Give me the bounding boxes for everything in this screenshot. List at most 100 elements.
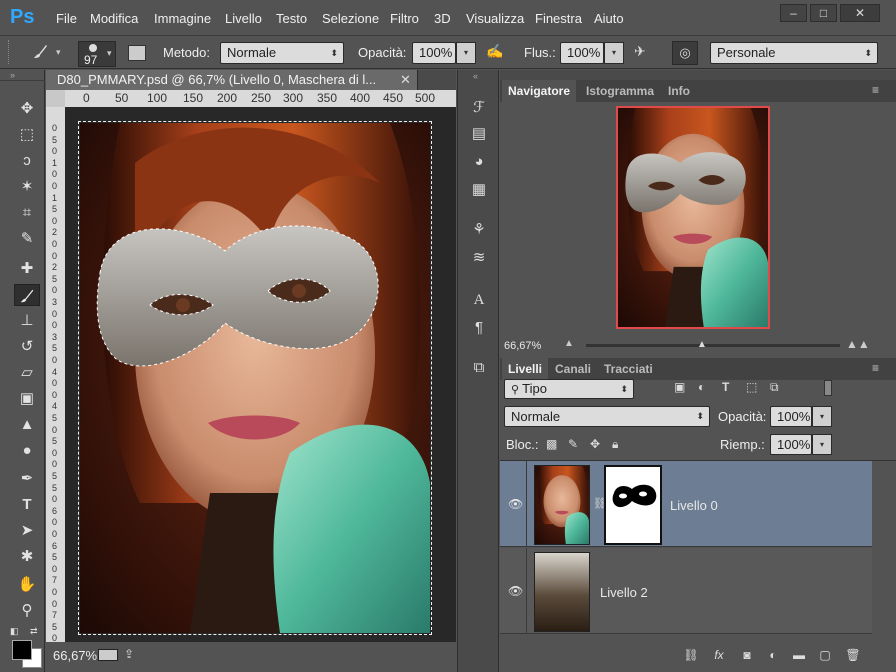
close-tab-icon[interactable]: ✕ <box>400 70 411 90</box>
dodge-tool-icon[interactable]: ● <box>14 440 40 462</box>
tab-tracciati[interactable]: Tracciati <box>598 358 659 380</box>
swatches-panel-icon[interactable]: ◕ <box>469 152 489 172</box>
hand-tool-icon[interactable]: ✋ <box>14 574 40 596</box>
close-button[interactable]: ✕ <box>840 4 880 22</box>
panel-menu-icon[interactable]: ≡ <box>872 361 879 375</box>
default-colors-icon[interactable]: ◧ <box>10 626 19 637</box>
zoom-in-icon[interactable]: ▲▲ <box>846 337 870 351</box>
layer-thumbnail[interactable] <box>534 552 590 632</box>
foreground-color-swatch[interactable] <box>12 640 32 660</box>
brush-preset-picker[interactable]: 97 ▾ <box>78 41 116 67</box>
brush-panel-toggle-icon[interactable] <box>128 45 146 61</box>
tab-info[interactable]: Info <box>662 80 696 102</box>
filter-shape-icon[interactable]: ⬚ <box>746 380 757 394</box>
menu-livello[interactable]: Livello <box>225 11 262 26</box>
add-mask-icon[interactable]: ◙ <box>738 648 756 662</box>
layer-mask-thumbnail[interactable] <box>604 465 662 545</box>
panel-menu-icon[interactable]: ≡ <box>872 83 879 97</box>
lock-transparent-icon[interactable]: ▩ <box>546 437 557 451</box>
filter-toggle[interactable] <box>824 380 832 396</box>
opacity-dropdown-button[interactable]: ▾ <box>456 42 476 64</box>
menu-3d[interactable]: 3D <box>434 11 451 26</box>
character-panel-icon[interactable]: A <box>469 290 489 310</box>
fill-dropdown[interactable]: ▾ <box>812 434 832 455</box>
expand-arrows-icon[interactable]: » <box>10 70 15 80</box>
blur-tool-icon[interactable]: ▲ <box>14 414 40 436</box>
share-icon[interactable]: ⇪ <box>124 647 134 661</box>
tab-navigatore[interactable]: Navigatore <box>502 80 577 102</box>
eraser-tool-icon[interactable]: ▱ <box>14 362 40 384</box>
filter-pixel-icon[interactable]: ▣ <box>674 380 685 394</box>
brush-tool-icon[interactable] <box>14 284 40 306</box>
brush-presets-panel-icon[interactable]: ≋ <box>469 248 489 268</box>
blend-mode-select[interactable]: Normale ⬍ <box>220 42 344 64</box>
pressure-opacity-icon[interactable]: ✍ <box>486 43 508 63</box>
layer-opacity-dropdown[interactable]: ▾ <box>812 406 832 427</box>
custom-shape-tool-icon[interactable]: ✱ <box>14 546 40 568</box>
history-brush-tool-icon[interactable]: ↺ <box>14 336 40 358</box>
pressure-size-icon[interactable]: ◎ <box>672 41 698 65</box>
tab-istogramma[interactable]: Istogramma <box>580 80 660 102</box>
navigator-preview[interactable] <box>616 106 770 329</box>
zoom-slider-thumb[interactable]: ▲ <box>697 339 707 350</box>
properties-panel-icon[interactable]: ▤ <box>469 124 489 144</box>
layer-opacity-input[interactable]: 100% <box>770 406 812 427</box>
document-info-icon[interactable] <box>98 649 118 661</box>
layer-thumbnail[interactable] <box>534 465 590 545</box>
paragraph-panel-icon[interactable]: ¶ <box>469 318 489 338</box>
zoom-status[interactable]: 66,67% <box>53 648 97 663</box>
zoom-slider-track[interactable] <box>586 344 840 347</box>
zoom-tool-icon[interactable]: ⚲ <box>14 600 40 622</box>
menu-immagine[interactable]: Immagine <box>154 11 211 26</box>
layer-row-livello-2[interactable]: 👁︎ Livello 2 <box>500 548 872 634</box>
menu-aiuto[interactable]: Aiuto <box>594 11 624 26</box>
menu-filtro[interactable]: Filtro <box>390 11 419 26</box>
fill-input[interactable]: 100% <box>770 434 812 455</box>
path-selection-tool-icon[interactable]: ➤ <box>14 520 40 542</box>
eyedropper-tool-icon[interactable]: ✎ <box>14 228 40 250</box>
clone-stamp-tool-icon[interactable]: ⊥ <box>14 310 40 332</box>
gradient-tool-icon[interactable]: ▣ <box>14 388 40 410</box>
document-tab[interactable]: D80_PMMARY.psd @ 66,7% (Livello 0, Masch… <box>46 70 418 90</box>
crop-tool-icon[interactable]: ⌗ <box>14 202 40 224</box>
filter-adjustment-icon[interactable]: ◐ <box>698 380 705 394</box>
eye-icon[interactable]: 👁︎ <box>508 584 526 598</box>
tab-livelli[interactable]: Livelli <box>502 358 549 380</box>
history-panel-icon[interactable]: ℱ <box>469 98 489 118</box>
brushes-panel-icon[interactable]: ⚘ <box>469 220 489 240</box>
menu-selezione[interactable]: Selezione <box>322 11 379 26</box>
flow-dropdown-button[interactable]: ▾ <box>604 42 624 64</box>
link-layers-icon[interactable]: ⛓ <box>682 648 700 662</box>
layer-row-livello-0[interactable]: 👁︎ ⛓ Livello 0 <box>500 461 872 547</box>
collapse-arrows-icon[interactable]: « <box>473 71 478 81</box>
new-layer-icon[interactable]: ▢ <box>816 648 834 662</box>
layer-name[interactable]: Livello 0 <box>670 498 718 513</box>
magic-wand-tool-icon[interactable]: ✶ <box>14 176 40 198</box>
airbrush-icon[interactable]: ✈ <box>634 43 656 63</box>
workspace-select[interactable]: Personale ⬍ <box>710 42 878 64</box>
marquee-tool-icon[interactable]: ⬚ <box>14 124 40 146</box>
new-group-icon[interactable]: ▬ <box>790 648 808 662</box>
minimize-button[interactable]: – <box>780 4 807 22</box>
layer-filter-select[interactable]: ⚲ Tipo ⬍ <box>504 379 634 399</box>
lock-pixels-icon[interactable]: ✎ <box>568 437 578 451</box>
menu-modifica[interactable]: Modifica <box>90 11 138 26</box>
trash-icon[interactable]: 🗑︎ <box>844 648 862 662</box>
menu-file[interactable]: File <box>56 11 77 26</box>
flow-input[interactable]: 100% <box>560 42 604 64</box>
layer-name[interactable]: Livello 2 <box>600 585 648 600</box>
brush-tool-icon[interactable] <box>30 42 50 67</box>
grid-panel-icon[interactable]: ▦ <box>469 180 489 200</box>
lasso-tool-icon[interactable]: ↄ <box>14 150 40 172</box>
layer-blend-mode-select[interactable]: Normale ⬍ <box>504 406 710 427</box>
tab-canali[interactable]: Canali <box>549 358 597 380</box>
eye-icon[interactable]: 👁︎ <box>508 497 526 511</box>
navigator-zoom-value[interactable]: 66,67% <box>504 340 541 352</box>
lock-position-icon[interactable]: ✥ <box>590 437 600 451</box>
menu-finestra[interactable]: Finestra <box>535 11 582 26</box>
pen-tool-icon[interactable]: ✒ <box>14 468 40 490</box>
maximize-button[interactable]: □ <box>810 4 837 22</box>
move-tool-icon[interactable]: ✥ <box>14 98 40 120</box>
fx-icon[interactable]: fx <box>710 648 728 662</box>
swap-colors-icon[interactable]: ⇄ <box>30 626 38 637</box>
